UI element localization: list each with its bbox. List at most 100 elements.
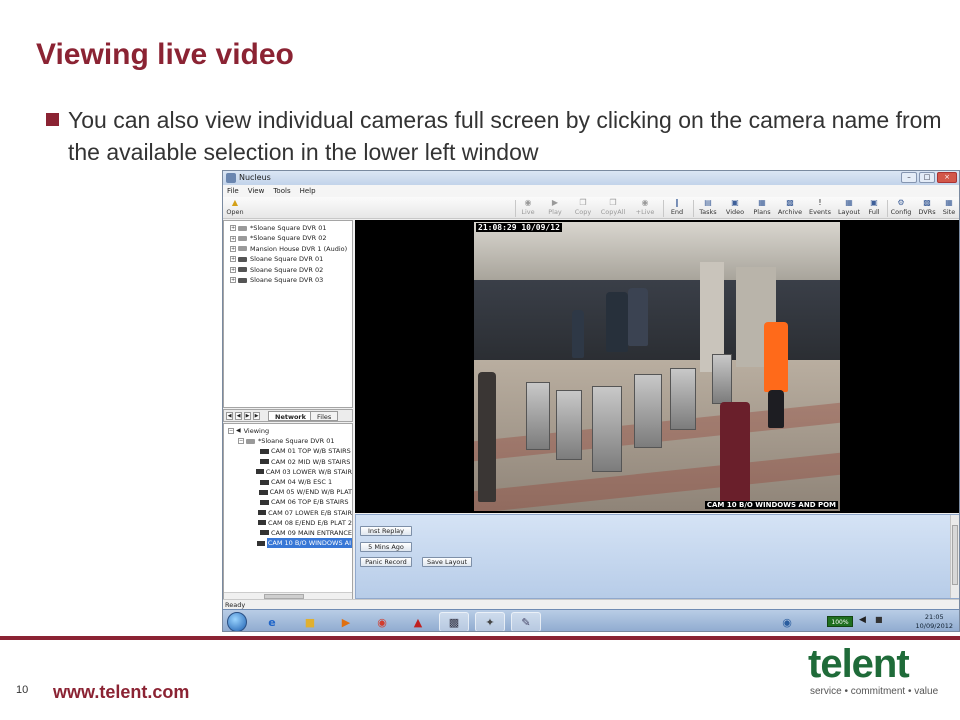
open-button[interactable]: ▲ Open [225,197,245,219]
nucleus-task-icon[interactable]: ▩ [439,612,469,631]
viewing-dvr[interactable]: − *Sloane Square DVR 01 [224,436,352,446]
footer-url[interactable]: www.telent.com [53,682,189,703]
live-button[interactable]: ◉ Live [517,197,539,219]
expand-icon[interactable]: + [230,245,236,252]
camera-item[interactable]: CAM 04 W/B ESC 1 [224,477,352,487]
status-text: Ready [225,601,246,609]
camera-icon [260,499,269,505]
tab-files[interactable]: Files [310,411,339,421]
fullscreen-icon: ▣ [870,198,878,207]
taskbar-clock[interactable]: 21:05 10/09/2012 [916,613,953,631]
camera-item-selected[interactable]: CAM 10 B/O WINDOWS AI [224,538,352,549]
tray-app-icon[interactable]: ◉ [775,612,799,631]
status-bar: Ready [223,599,959,609]
media-player-icon[interactable]: ▶ [331,612,361,631]
camera-item[interactable]: CAM 05 W/END W/B PLAT [224,487,352,497]
plus-live-icon: ◉ [641,198,649,207]
collapse-icon[interactable]: − [238,438,244,445]
config-button[interactable]: ⚙ Config [889,197,913,219]
plus-live-button[interactable]: ◉ +Live [632,197,658,219]
tree-item[interactable]: + *Sloane Square DVR 01 [224,223,352,233]
dvr-icon [238,225,247,231]
live-icon: ◉ [524,198,532,207]
layout-button[interactable]: ▦ Layout [836,197,862,219]
expand-icon[interactable]: + [230,266,236,273]
copy-button[interactable]: ❐ Copy [571,197,595,219]
panic-record-button[interactable]: Panic Record [360,557,412,567]
camera-item[interactable]: CAM 01 TOP W/B STAIRS [224,446,352,456]
site-button[interactable]: ▦ Site [939,197,959,219]
maximize-button[interactable]: □ [919,172,935,183]
tab-network[interactable]: Network [268,411,313,421]
full-button[interactable]: ▣ Full [864,197,884,219]
play-button[interactable]: ▶ Play [544,197,566,219]
menu-tools[interactable]: Tools [273,185,290,197]
inst-replay-button[interactable]: Inst Replay [360,526,412,536]
slide-title: Viewing live video [36,38,294,71]
menu-view[interactable]: View [248,185,265,197]
events-button[interactable]: ! Events [807,197,833,219]
dvr-icon [238,256,247,262]
prev-icon[interactable]: ◀ [235,412,242,420]
menu-file[interactable]: File [227,185,239,197]
tree-item[interactable]: + Sloane Square DVR 01 [224,254,352,264]
bullet-marker [46,113,59,126]
five-mins-ago-button[interactable]: 5 Mins Ago [360,542,412,552]
expand-icon[interactable]: + [230,277,236,284]
internet-explorer-icon[interactable]: e [257,612,287,631]
window-titlebar[interactable]: Nucleus – □ × [223,171,959,185]
collapse-icon[interactable]: − [228,428,234,435]
camera-item[interactable]: CAM 02 MID W/B STAIRS [224,457,352,467]
tasks-icon: ▤ [704,198,712,207]
volume-icon[interactable]: ◀ [859,615,866,625]
layout-icon: ▦ [845,198,853,207]
camera-item[interactable]: CAM 09 MAIN ENTRANCE [224,528,352,538]
last-icon[interactable]: ▶ [253,412,260,420]
copyall-button[interactable]: ❐ CopyAll [598,197,628,219]
folder-icon[interactable]: ■ [295,612,325,631]
control-panel-scrollbar[interactable] [950,515,959,598]
camera-video-feed[interactable]: 21:08:29 10/09/12 CAM 10 B/O WINDOWS AND… [474,222,840,511]
scrollbar-thumb[interactable] [952,525,958,585]
save-layout-button[interactable]: Save Layout [422,557,472,567]
expand-icon[interactable]: + [230,235,236,242]
plans-button[interactable]: ▦ Plans [750,197,774,219]
viewing-root[interactable]: − ◀ Viewing [224,426,352,436]
camera-item[interactable]: CAM 03 LOWER W/B STAIR [224,467,352,477]
camera-item[interactable]: CAM 06 TOP E/B STAIRS [224,497,352,507]
camera-item[interactable]: CAM 07 LOWER E/B STAIR [224,508,352,518]
expand-icon[interactable]: + [230,256,236,263]
clock-time: 21:05 [924,613,944,621]
tree-item[interactable]: + Mansion House DVR 1 (Audio) [224,244,352,254]
app-icon [226,173,236,183]
expand-icon[interactable]: + [230,225,236,232]
network-task-icon[interactable]: ✦ [475,612,505,631]
dvr-tree: + *Sloane Square DVR 01 + *Sloane Square D… [223,220,353,408]
first-icon[interactable]: ◀ [226,412,233,420]
video-button[interactable]: ▣ Video [723,197,747,219]
footer-divider [0,636,960,640]
tree-item[interactable]: + Sloane Square DVR 03 [224,275,352,285]
chrome-icon[interactable]: ◉ [367,612,397,631]
archive-button[interactable]: ▩ Archive [776,197,804,219]
tree-item[interactable]: + Sloane Square DVR 02 [224,265,352,275]
close-button[interactable]: × [937,172,957,183]
camera-item[interactable]: CAM 08 E/END E/B PLAT 2 [224,518,352,528]
start-icon[interactable] [227,612,247,631]
tree-item[interactable]: + *Sloane Square DVR 02 [224,233,352,243]
tasks-button[interactable]: ▤ Tasks [696,197,720,219]
panel-tab-strip: ◀ ◀ ▶ ▶ Network Files [223,409,353,422]
end-button[interactable]: ❙ End [665,197,689,219]
window-title: Nucleus [239,173,271,182]
camera-icon [257,520,267,526]
app-icon[interactable]: ▲ [403,612,433,631]
camera-icon [259,530,269,536]
dvrs-button[interactable]: ▩ DVRs [916,197,938,219]
copyall-icon: ❐ [609,198,617,207]
battery-indicator[interactable]: 100% [827,616,853,627]
tool-task-icon[interactable]: ✎ [511,612,541,631]
menu-help[interactable]: Help [300,185,316,197]
next-icon[interactable]: ▶ [244,412,251,420]
network-tray-icon[interactable]: ■ [875,615,883,624]
minimize-button[interactable]: – [901,172,917,183]
